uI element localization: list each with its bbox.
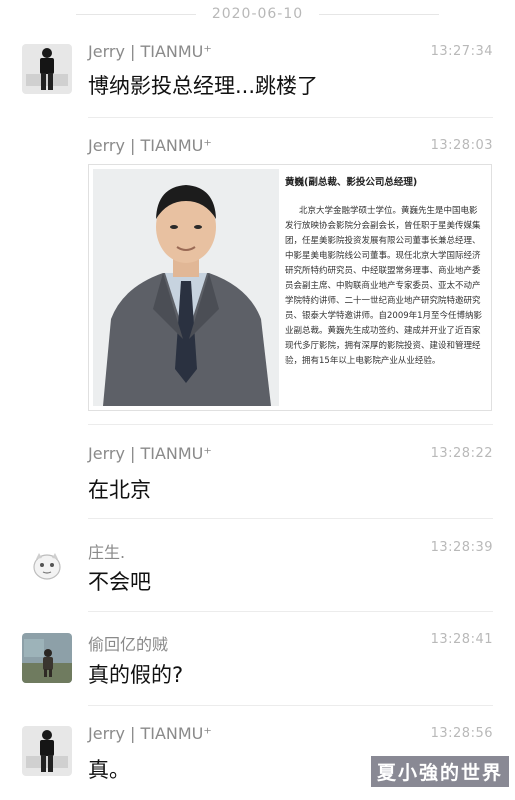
avatar[interactable] xyxy=(22,726,72,776)
date-separator: 2020-06-10 xyxy=(0,6,515,22)
message-time: 13:28:39 xyxy=(430,540,493,555)
sender-name: Jerry | TIANMU⁺ xyxy=(88,42,212,61)
divider xyxy=(88,117,493,118)
message-time: 13:28:22 xyxy=(430,446,493,461)
sender-name: 庄生. xyxy=(88,543,126,562)
profile-body: 北京大学金融学硕士学位。黄巍先生是中国电影发行放映协会影院分会副会长，曾任职于星… xyxy=(285,206,483,366)
message-text[interactable]: 真。 xyxy=(88,754,130,784)
message-time: 13:28:03 xyxy=(430,138,493,153)
avatar[interactable] xyxy=(22,541,72,591)
profile-text: 黄巍(副总裁、影投公司总经理) 北京大学金融学硕士学位。黄巍先生是中国电影发行放… xyxy=(285,175,485,403)
profile-title: 黄巍(副总裁、影投公司总经理) xyxy=(285,177,418,188)
divider xyxy=(88,611,493,612)
sender-name: Jerry | TIANMU⁺ xyxy=(88,724,212,743)
divider xyxy=(88,705,493,706)
divider xyxy=(88,424,493,425)
message-text[interactable]: 在北京 xyxy=(88,474,151,504)
watermark: 夏小強的世界 xyxy=(370,756,509,787)
image-message[interactable]: 黄巍(副总裁、影投公司总经理) 北京大学金融学硕士学位。黄巍先生是中国电影发行放… xyxy=(88,164,492,411)
sender-name: 偷回亿的贼 xyxy=(88,635,169,654)
message-text[interactable]: 真的假的? xyxy=(88,659,183,689)
message-text[interactable]: 不会吧 xyxy=(88,566,151,596)
avatar[interactable] xyxy=(22,44,72,94)
sender-name: Jerry | TIANMU⁺ xyxy=(88,136,212,155)
sender-name: Jerry | TIANMU⁺ xyxy=(88,444,212,463)
message-time: 13:27:34 xyxy=(430,44,493,59)
message-text[interactable]: 博纳影投总经理...跳楼了 xyxy=(88,70,318,100)
divider xyxy=(88,518,493,519)
portrait-photo xyxy=(93,169,279,406)
message-time: 13:28:56 xyxy=(430,726,493,741)
message-time: 13:28:41 xyxy=(430,632,493,647)
avatar[interactable] xyxy=(22,633,72,683)
